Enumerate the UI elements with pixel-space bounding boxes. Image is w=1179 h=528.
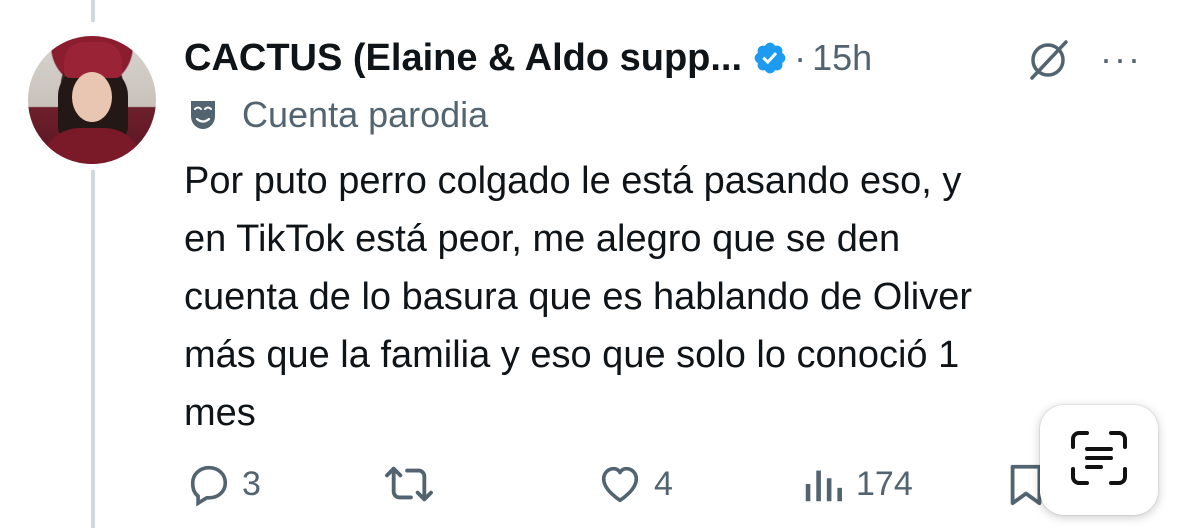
like-button[interactable]: 4: [596, 461, 673, 507]
heart-icon: [596, 461, 644, 507]
thread-line-top: [91, 0, 95, 22]
tweet-text-line: en TikTok está peor, me alegro que se de…: [184, 218, 901, 260]
reply-count: 3: [242, 464, 261, 503]
parody-mask-icon: [188, 98, 218, 132]
tweet-text-line: más que la familia y eso que solo lo con…: [184, 334, 960, 376]
grok-icon[interactable]: [1022, 34, 1074, 86]
retweet-icon: [384, 461, 434, 507]
separator-dot: ·: [794, 37, 807, 78]
verified-badge-icon: [752, 40, 788, 76]
live-text-scan-button[interactable]: [1040, 405, 1158, 515]
like-count: 4: [654, 464, 673, 503]
views-button[interactable]: 174: [800, 461, 913, 507]
views-icon: [800, 461, 846, 507]
reply-button[interactable]: 3: [186, 461, 261, 507]
views-count: 174: [856, 464, 913, 503]
live-text-scan-icon: [1069, 429, 1129, 492]
tweet-text-line: cuenta de lo basura que es hablando de O…: [184, 276, 972, 318]
timestamp[interactable]: 15h: [812, 37, 872, 79]
parody-label-row: Cuenta parodia: [188, 94, 488, 136]
more-options-button[interactable]: ···: [1100, 38, 1142, 80]
display-name[interactable]: CACTUS (Elaine & Aldo supp...: [184, 37, 742, 80]
tweet-text-line: mes: [184, 392, 256, 434]
tweet-text: Por puto perro colgado le está pasando e…: [184, 152, 1144, 442]
reply-icon: [186, 461, 232, 507]
parody-label: Cuenta parodia: [242, 94, 489, 135]
avatar[interactable]: [28, 36, 156, 164]
retweet-button[interactable]: [384, 461, 444, 507]
tweet-text-line: Por puto perro colgado le está pasando e…: [184, 160, 962, 202]
action-bar: 3 4 174: [0, 455, 1179, 515]
tweet-header: CACTUS (Elaine & Aldo supp... · 15h: [184, 30, 872, 86]
